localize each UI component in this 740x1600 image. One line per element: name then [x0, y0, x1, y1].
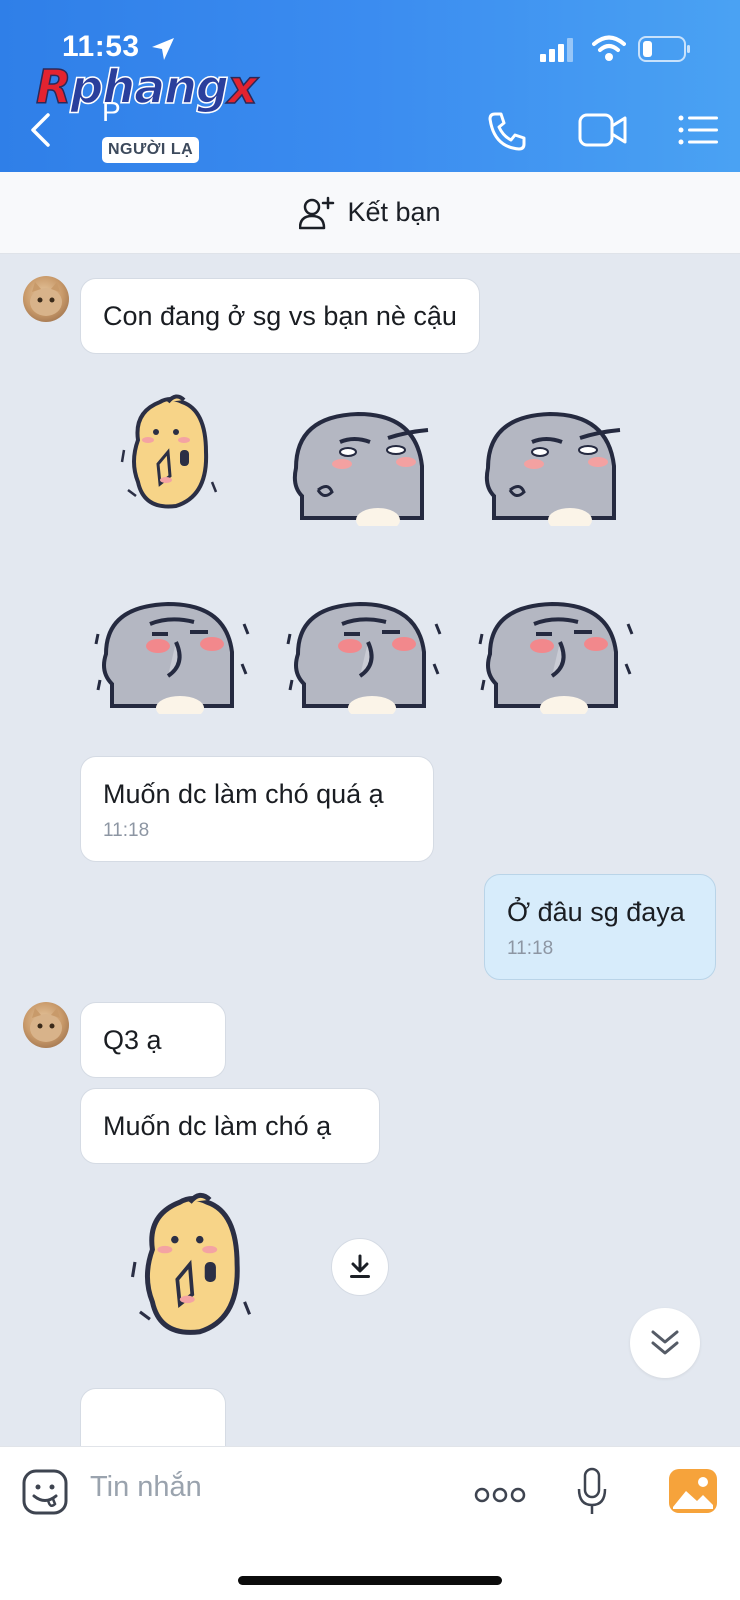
message-bubble[interactable]: Q3 ạ: [80, 1002, 226, 1078]
sticker-seal-giggle[interactable]: [286, 594, 442, 714]
sticker-seal-giggle[interactable]: [94, 594, 250, 714]
chat-area[interactable]: Con đang ở sg vs bạn nè cậu Muốn dc làm …: [0, 254, 740, 1446]
more-options-icon[interactable]: [474, 1485, 526, 1505]
avatar[interactable]: [23, 1002, 69, 1048]
back-icon[interactable]: [28, 112, 52, 148]
emoji-sticker-icon[interactable]: [22, 1469, 68, 1515]
message-text: Muốn dc làm chó ạ: [103, 1111, 332, 1141]
scroll-to-bottom-button[interactable]: [630, 1308, 700, 1378]
message-input[interactable]: Tin nhắn: [90, 1471, 202, 1504]
wifi-icon: [592, 35, 626, 61]
sticker-seal-giggle[interactable]: [478, 594, 634, 714]
photo-gallery-icon[interactable]: [669, 1469, 717, 1513]
my-message-bubble[interactable]: Ở đâu sg đaya 11:18: [484, 874, 716, 980]
message-time: 11:18: [507, 938, 554, 959]
double-chevron-down-icon: [651, 1330, 679, 1355]
message-bubble-partial[interactable]: [80, 1388, 226, 1446]
location-arrow-icon: [152, 38, 174, 60]
cat-avatar-icon: [30, 282, 62, 316]
avatar[interactable]: [23, 276, 69, 322]
microphone-icon[interactable]: [576, 1467, 608, 1517]
message-bubble[interactable]: Muốn dc làm chó quá ạ 11:18: [80, 756, 434, 862]
cat-avatar-icon: [30, 1008, 62, 1042]
download-sticker-button[interactable]: [331, 1238, 389, 1296]
message-text: Muốn dc làm chó quá ạ: [103, 779, 384, 809]
watermark-logo: Rphangx: [35, 59, 258, 115]
add-friend-label: Kết bạn: [347, 197, 441, 227]
home-indicator: [238, 1576, 502, 1585]
add-friend-icon: [299, 196, 335, 229]
message-text: Ở đâu sg đaya: [507, 897, 685, 927]
message-time: 11:18: [103, 820, 150, 841]
status-time: 11:53: [62, 30, 140, 63]
message-text: Con đang ở sg vs bạn nè cậu: [103, 301, 457, 331]
sticker-seal-smirk[interactable]: [288, 406, 436, 526]
message-text: Q3 ạ: [103, 1025, 162, 1055]
stranger-badge: NGƯỜI LẠ: [102, 137, 200, 163]
battery-icon: [638, 36, 690, 62]
signal-icon: [540, 38, 573, 62]
message-bubble[interactable]: Muốn dc làm chó ạ: [80, 1088, 380, 1164]
sticker-seal-smirk[interactable]: [480, 406, 628, 526]
download-icon: [350, 1254, 370, 1278]
sticker-hamster-orange[interactable]: [130, 1188, 262, 1346]
sticker-hamster-orange[interactable]: [120, 392, 226, 516]
video-call-icon[interactable]: [578, 112, 628, 148]
menu-list-icon[interactable]: [678, 114, 718, 146]
contact-name[interactable]: P: [102, 96, 121, 128]
chat-header: 11:53 Rphangx P NGƯỜI LẠ: [0, 0, 740, 172]
message-bubble[interactable]: Con đang ở sg vs bạn nè cậu: [80, 278, 480, 354]
add-friend-button[interactable]: Kết bạn: [0, 172, 740, 254]
phone-icon[interactable]: [486, 110, 528, 152]
